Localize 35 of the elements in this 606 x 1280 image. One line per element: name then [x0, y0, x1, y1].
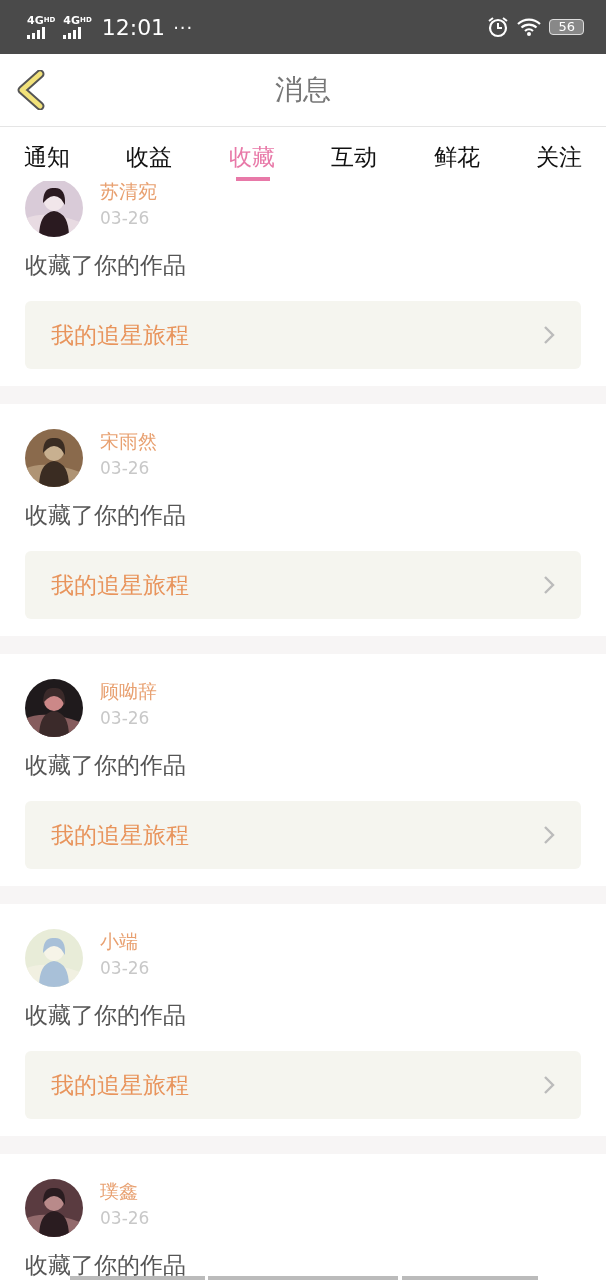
network-label: 4G$^{HD}$ — [27, 15, 56, 26]
user-name[interactable]: 苏清宛 — [100, 181, 157, 203]
network-label: 4G$^{HD}$ — [63, 15, 92, 26]
message-text: 收藏了你的作品 — [25, 1251, 186, 1280]
chevron-icon — [543, 1075, 555, 1095]
work-link[interactable]: 我的追星旅程 — [25, 1051, 581, 1119]
tab[interactable]: 收益 — [126, 127, 173, 181]
work-link[interactable]: 我的追星旅程 — [25, 801, 581, 869]
back-icon — [16, 70, 46, 110]
alarm-icon — [487, 16, 510, 38]
tab[interactable]: 鲜花 — [433, 127, 480, 181]
message-text: 收藏了你的作品 — [25, 251, 186, 280]
more-dots: ··· — [173, 16, 194, 38]
message-text: 收藏了你的作品 — [25, 501, 186, 530]
user-name[interactable]: 小端 — [100, 929, 150, 953]
user-name[interactable]: 璞鑫 — [100, 1179, 150, 1203]
message-text: 收藏了你的作品 — [25, 1001, 186, 1030]
work-link[interactable]: 我的追星旅程 — [25, 551, 581, 619]
tab[interactable]: 关注 — [535, 127, 582, 181]
message-text: 收藏了你的作品 — [25, 751, 186, 780]
battery-icon: 56 — [549, 19, 584, 35]
chevron-icon — [543, 325, 555, 345]
back-button[interactable] — [16, 70, 46, 110]
chevron-icon — [543, 575, 555, 595]
user-name[interactable]: 顾呦辞 — [100, 679, 157, 703]
signal-icon — [63, 27, 84, 39]
work-link[interactable]: 我的追星旅程 — [25, 301, 581, 369]
signal-icon — [27, 27, 47, 39]
page-title: 消息 — [275, 72, 331, 108]
user-name[interactable]: 宋雨然 — [100, 429, 157, 453]
tab[interactable]: 通知 — [24, 127, 70, 181]
clock-time: 12:01 — [101, 14, 166, 40]
wifi-icon — [517, 18, 542, 36]
chevron-icon — [543, 825, 555, 845]
tab[interactable]: 互动 — [331, 127, 378, 181]
